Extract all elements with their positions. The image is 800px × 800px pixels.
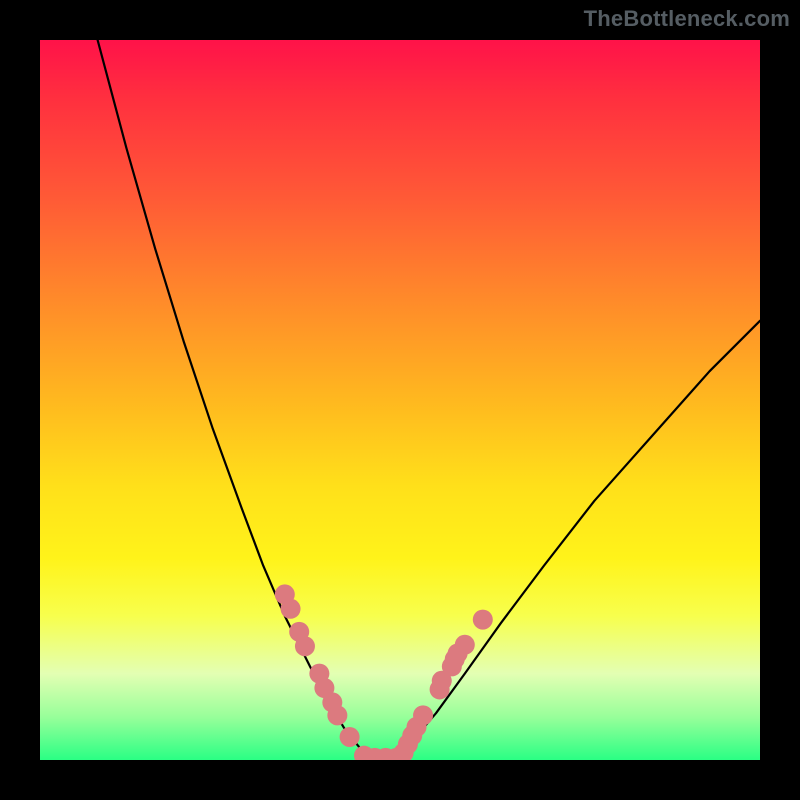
bottleneck-curve-left <box>98 40 372 760</box>
right-branch-markers-dot <box>455 635 475 655</box>
chart-frame: TheBottleneck.com <box>0 0 800 800</box>
bottleneck-curve-right <box>371 321 760 760</box>
left-branch-markers-dot <box>340 727 360 747</box>
chart-svg <box>40 40 760 760</box>
left-branch-markers-dot <box>281 599 301 619</box>
plot-area <box>40 40 760 760</box>
left-branch-markers-dot <box>295 636 315 656</box>
left-branch-markers-dot <box>327 705 347 725</box>
right-branch-markers-dot <box>413 705 433 725</box>
right-branch-markers-dot <box>473 610 493 630</box>
watermark-text: TheBottleneck.com <box>584 6 790 32</box>
